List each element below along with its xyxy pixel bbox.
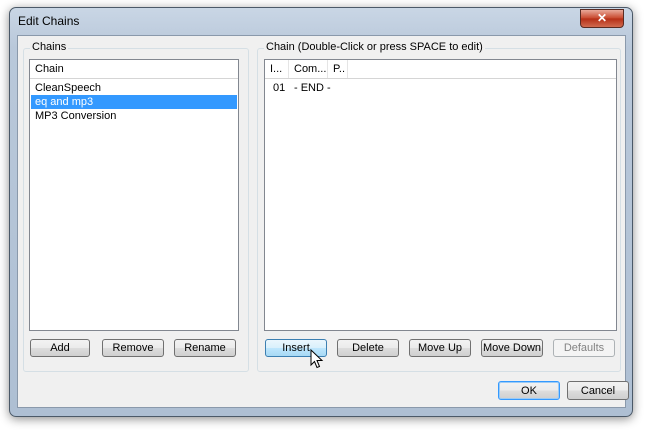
chains-list-header: Chain xyxy=(30,60,238,79)
cancel-button[interactable]: Cancel xyxy=(567,381,629,400)
command-column-header[interactable]: Com... xyxy=(289,60,328,78)
chain-groupbox: Chain (Double-Click or press SPACE to ed… xyxy=(257,41,621,372)
chain-group-label: Chain (Double-Click or press SPACE to ed… xyxy=(264,41,485,53)
chains-group-label: Chains xyxy=(30,41,69,53)
chain-column-header[interactable]: Chain xyxy=(30,60,238,78)
command-params xyxy=(328,81,348,95)
mouse-pointer-icon xyxy=(310,349,324,369)
remove-button[interactable]: Remove xyxy=(102,339,164,357)
chain-item-eq-and-mp3[interactable]: eq and mp3 xyxy=(31,95,237,109)
chain-commands-list[interactable]: I... Com... P.. 01 - END - xyxy=(264,59,617,331)
ok-button[interactable]: OK xyxy=(498,381,560,400)
chain-item-mp3-conversion[interactable]: MP3 Conversion xyxy=(31,109,237,123)
chain-item-cleanspeech[interactable]: CleanSpeech xyxy=(31,81,237,95)
close-icon: ✕ xyxy=(596,11,608,25)
chains-groupbox: Chains Chain CleanSpeech eq and mp3 MP3 … xyxy=(23,41,249,372)
move-up-button[interactable]: Move Up xyxy=(409,339,471,357)
rename-button[interactable]: Rename xyxy=(174,339,236,357)
title-bar[interactable]: Edit Chains ✕ xyxy=(10,8,632,34)
add-button[interactable]: Add xyxy=(30,339,90,357)
window-title: Edit Chains xyxy=(18,14,80,28)
chain-command-row[interactable]: 01 - END - xyxy=(265,81,616,95)
chains-list[interactable]: Chain CleanSpeech eq and mp3 MP3 Convers… xyxy=(29,59,239,331)
close-button[interactable]: ✕ xyxy=(580,9,624,28)
defaults-button[interactable]: Defaults xyxy=(553,339,615,357)
delete-button[interactable]: Delete xyxy=(337,339,399,357)
index-column-header[interactable]: I... xyxy=(265,60,289,78)
chain-commands-header: I... Com... P.. xyxy=(265,60,616,79)
command-name: - END - xyxy=(294,82,331,94)
move-down-button[interactable]: Move Down xyxy=(481,339,543,357)
parameters-column-header[interactable]: P.. xyxy=(328,60,348,78)
